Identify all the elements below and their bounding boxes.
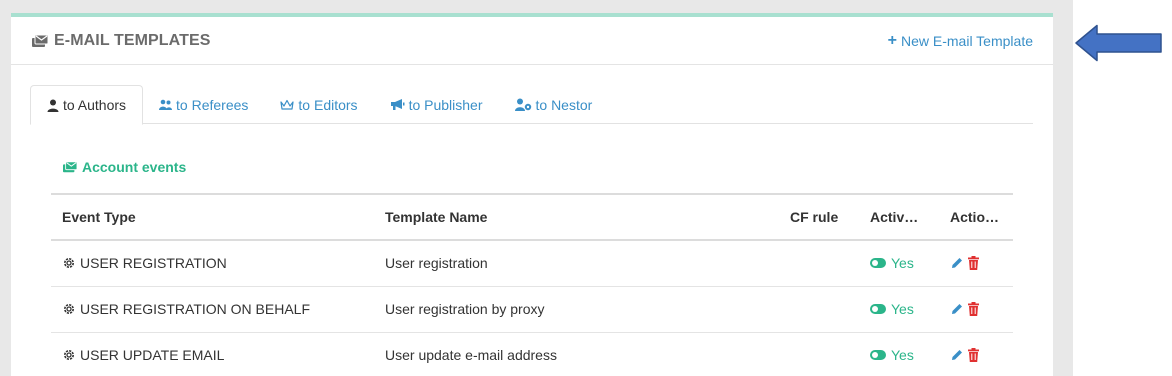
- left-arrow-annotation-icon: [1075, 24, 1162, 62]
- panel-title: E-MAIL TEMPLATES: [31, 32, 211, 50]
- template-name: User registration by proxy: [385, 301, 545, 317]
- delete-trash-icon[interactable]: [967, 256, 980, 271]
- column-header-actions: Actio…: [950, 209, 999, 225]
- new-email-template-label: New E-mail Template: [900, 32, 1033, 49]
- table-row: USER REGISTRATION User registration Yes: [51, 240, 1013, 287]
- table-header-row: Event Type Template Name CF rule Activ… …: [51, 194, 1013, 240]
- users-icon: [159, 99, 173, 110]
- table-row: USER REGISTRATION ON BEHALF User registr…: [51, 286, 1013, 333]
- mail-stack-icon: [63, 161, 78, 173]
- gear-icon: [64, 304, 74, 314]
- column-header-active[interactable]: Activ…: [859, 194, 939, 240]
- plus-icon: +: [887, 31, 897, 49]
- active-status: Yes: [891, 347, 914, 363]
- megaphone-icon: [390, 99, 405, 110]
- tab-to-editors[interactable]: to Editors: [264, 85, 373, 124]
- column-header-event-type[interactable]: Event Type: [51, 194, 374, 240]
- edit-pencil-icon[interactable]: [950, 302, 964, 316]
- event-type: USER UPDATE EMAIL: [80, 347, 225, 363]
- event-type: USER REGISTRATION ON BEHALF: [80, 301, 310, 317]
- tab-label: to Nestor: [535, 96, 593, 113]
- active-toggle[interactable]: Yes: [870, 301, 928, 317]
- panel-header: E-MAIL TEMPLATES + New E-mail Template: [11, 17, 1053, 65]
- column-header-cf-rule[interactable]: CF rule: [779, 194, 859, 240]
- new-email-template-button[interactable]: + New E-mail Template: [887, 31, 1033, 49]
- gear-icon: [64, 258, 74, 269]
- recipient-tabs: to Authors to Referees to Editors to Pub…: [30, 85, 1033, 125]
- crown-icon: [280, 99, 295, 110]
- tab-to-authors[interactable]: to Authors: [30, 85, 144, 125]
- delete-trash-icon[interactable]: [967, 302, 980, 316]
- template-name: User registration: [385, 255, 488, 272]
- section-title-text: Account events: [82, 159, 187, 175]
- toggle-on-icon: [870, 350, 886, 360]
- edit-pencil-icon[interactable]: [950, 348, 964, 362]
- gear-icon: [64, 350, 74, 360]
- table-header: Event Type Template Name CF rule Activ… …: [51, 194, 1013, 240]
- tab-label: to Referees: [176, 96, 249, 113]
- tab-label: to Authors: [63, 97, 127, 113]
- delete-trash-icon[interactable]: [967, 348, 980, 362]
- panel-title-text: E-MAIL TEMPLATES: [54, 31, 211, 49]
- tab-to-referees[interactable]: to Referees: [143, 85, 264, 124]
- active-status: Yes: [891, 301, 914, 317]
- mail-stack-icon: [32, 34, 49, 47]
- event-type: USER REGISTRATION: [80, 255, 227, 272]
- email-templates-panel: E-MAIL TEMPLATES + New E-mail Template t…: [11, 13, 1053, 376]
- toggle-on-icon: [870, 304, 886, 314]
- user-icon: [47, 99, 59, 112]
- column-header-template-name[interactable]: Template Name: [374, 194, 779, 240]
- tab-label: to Editors: [298, 96, 358, 113]
- table-row: USER UPDATE EMAIL User update e-mail add…: [51, 332, 1013, 376]
- edit-pencil-icon[interactable]: [950, 256, 964, 270]
- tab-to-nestor[interactable]: to Nestor: [499, 85, 609, 124]
- template-name: User update e-mail address: [385, 347, 557, 363]
- templates-table: Event Type Template Name CF rule Activ… …: [51, 193, 1013, 376]
- user-gear-icon: [514, 98, 531, 111]
- active-toggle[interactable]: Yes: [870, 347, 928, 363]
- tab-label: to Publisher: [408, 96, 483, 113]
- active-status: Yes: [891, 255, 914, 272]
- section-title: Account events: [62, 159, 186, 175]
- tab-to-publisher[interactable]: to Publisher: [374, 85, 499, 124]
- active-toggle[interactable]: Yes: [870, 255, 928, 271]
- toggle-on-icon: [870, 258, 886, 269]
